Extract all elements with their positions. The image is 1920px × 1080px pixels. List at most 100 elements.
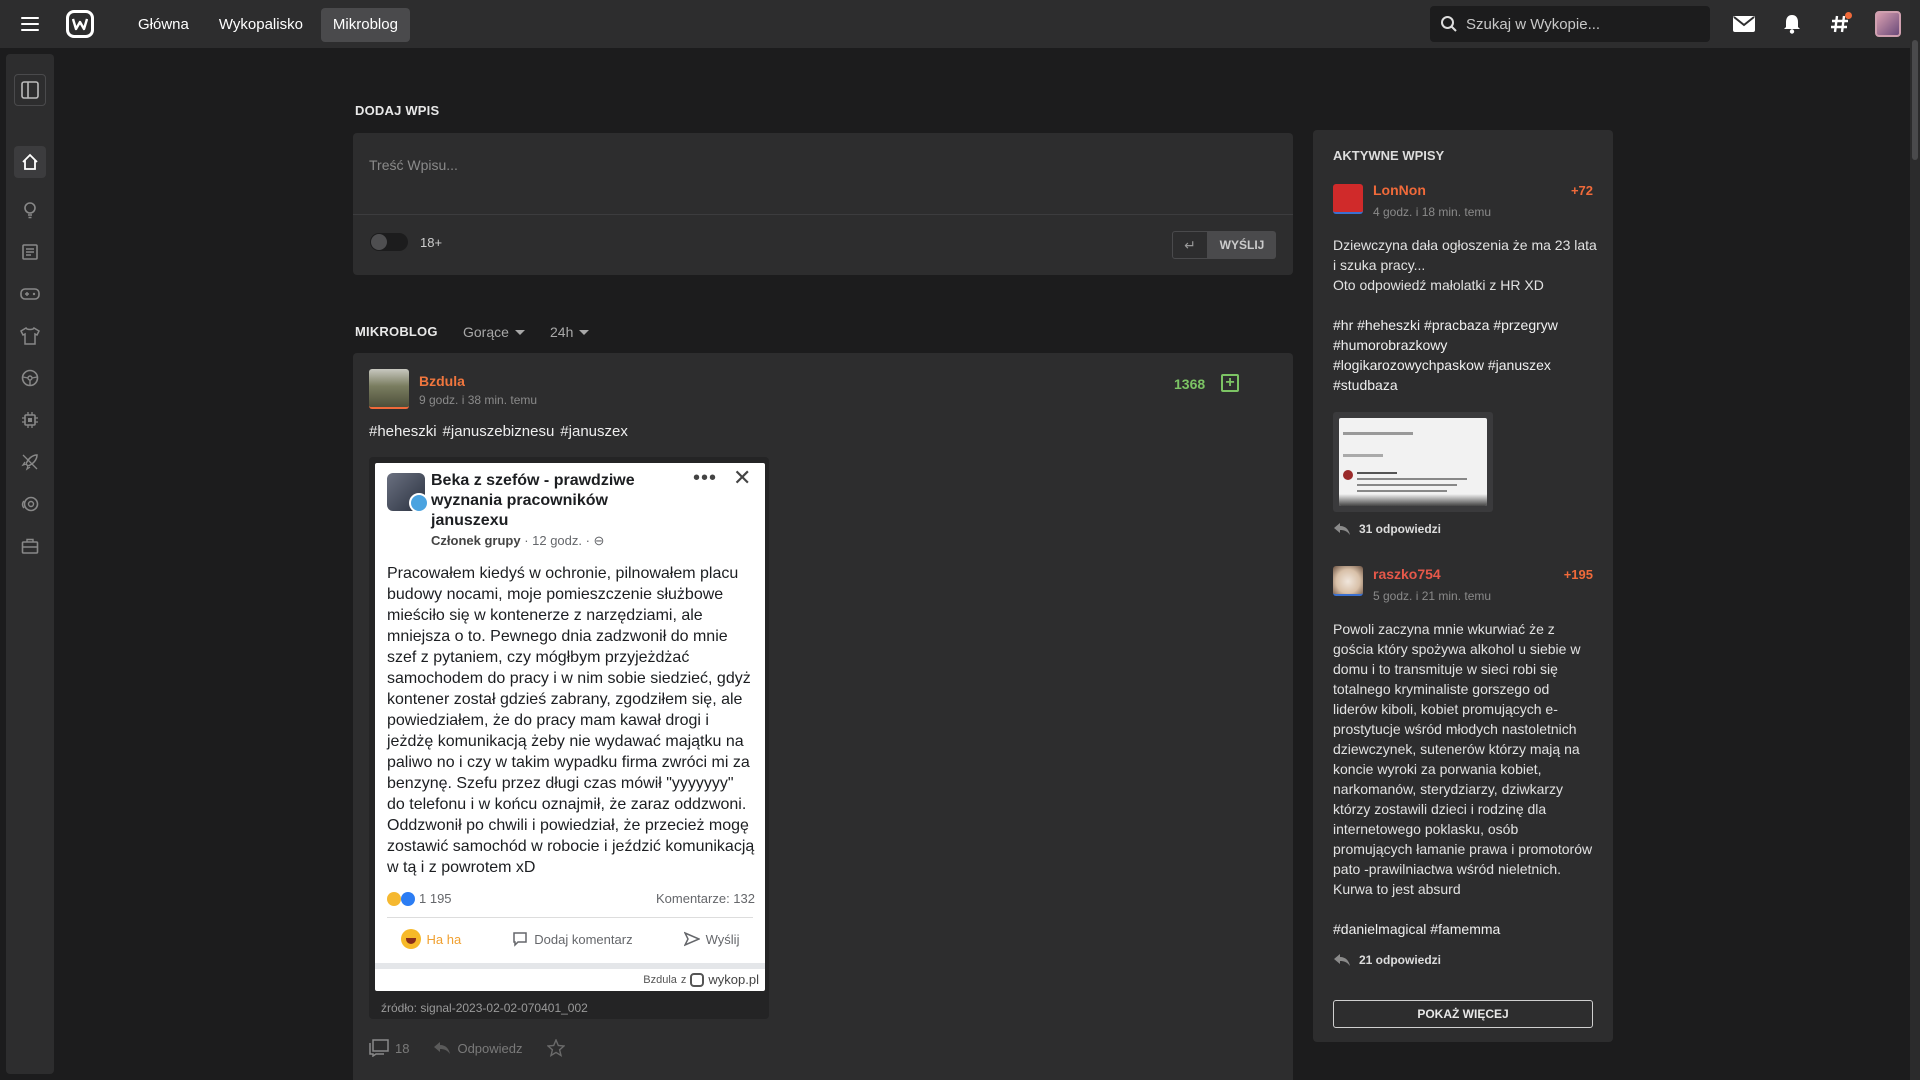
entry-author[interactable]: LonNon <box>1373 182 1426 198</box>
entry-avatar[interactable] <box>1333 184 1363 214</box>
entry-votes: +72 <box>1570 183 1593 198</box>
entry-time: 5 godz. i 21 min. temu <box>1373 589 1492 603</box>
composer-title: DODAJ WPIS <box>355 103 440 118</box>
news-icon[interactable] <box>14 236 46 268</box>
lightbulb-icon[interactable] <box>14 194 46 226</box>
tag-link[interactable]: #januszex <box>560 423 628 440</box>
active-entries-title: AKTYWNE WPISY <box>1333 148 1445 163</box>
steering-wheel-icon[interactable] <box>14 362 46 394</box>
reply-icon <box>1334 523 1350 535</box>
add-comment-action: Dodaj komentarz <box>512 931 633 947</box>
chip-icon[interactable] <box>14 404 46 436</box>
entry-avatar[interactable] <box>1333 566 1363 596</box>
reply-icon <box>1334 954 1350 966</box>
upvote-button[interactable]: + <box>1221 374 1239 392</box>
wykop-logo-small <box>690 972 705 987</box>
send-action: Wyślij <box>683 931 739 947</box>
haha-icon <box>400 929 421 949</box>
enter-icon[interactable]: ↵ <box>1172 231 1208 259</box>
scrollbar[interactable] <box>1910 0 1920 1080</box>
favorite-button[interactable] <box>546 1039 565 1057</box>
post-textarea[interactable] <box>353 133 1293 215</box>
post-votes: 1368 <box>1174 376 1206 392</box>
embed-watermark: Bzdula z wykop.pl <box>643 972 759 987</box>
chevron-down-icon <box>579 329 590 335</box>
haha-reaction: Ha ha <box>400 929 461 949</box>
embed-source: źródło: signal-2023-02-02-070401_002 <box>381 1001 588 1015</box>
home-icon[interactable] <box>14 146 46 178</box>
period-dropdown[interactable]: 24h <box>550 324 590 340</box>
reaction-count: 1 195 <box>387 891 452 906</box>
search-input[interactable] <box>1466 15 1696 33</box>
group-title: Beka z szefów - prawdziwe wyznania praco… <box>431 472 635 529</box>
search-box[interactable] <box>1430 6 1710 42</box>
tshirt-icon[interactable] <box>14 320 46 352</box>
comments-icon <box>369 1039 389 1057</box>
gamepad-icon[interactable] <box>14 278 46 310</box>
top-bar: Główna Wykopalisko Mikroblog <box>0 0 1920 48</box>
nav-mikroblog[interactable]: Mikroblog <box>320 8 410 42</box>
post-card: Bzdula 9 godz. i 38 min. temu 1368 + #he… <box>353 353 1293 1080</box>
main-nav: Główna Wykopalisko Mikroblog <box>126 8 410 42</box>
wykop-logo[interactable] <box>66 10 94 38</box>
user-avatar[interactable] <box>1874 10 1902 38</box>
send-icon <box>683 931 700 947</box>
entry-thumbnail[interactable] <box>1333 412 1493 512</box>
bell-icon[interactable] <box>1778 10 1806 38</box>
post-image-embed[interactable]: Beka z szefów - prawdziwe wyznania praco… <box>369 457 769 1019</box>
menu-icon[interactable] <box>14 12 46 36</box>
tag-link[interactable]: #heheszki <box>369 423 437 440</box>
feed-title: MIKROBLOG <box>355 324 438 339</box>
group-avatar <box>387 473 429 513</box>
embed-comment-count: Komentarze: 132 <box>655 891 755 906</box>
search-icon <box>1441 16 1457 32</box>
period-label: 24h <box>550 324 574 340</box>
post-actions: 18 Odpowiedz <box>369 1039 565 1057</box>
close-icon: ✕ <box>733 465 752 490</box>
more-icon: ••• <box>693 467 718 489</box>
notification-dot <box>1845 12 1852 19</box>
adult-toggle[interactable] <box>370 233 408 251</box>
chevron-down-icon <box>514 329 525 335</box>
post-time: 9 godz. i 38 min. temu <box>419 393 538 407</box>
adult-label: 18+ <box>420 235 443 250</box>
left-sidebar <box>6 54 54 1074</box>
entry-body: Powoli zaczyna mnie wkurwiać że z gościa… <box>1333 621 1593 897</box>
sort-dropdown[interactable]: Gorące <box>463 324 525 340</box>
nav-glowna[interactable]: Główna <box>126 8 201 42</box>
post-avatar[interactable] <box>369 369 409 409</box>
star-icon <box>546 1039 565 1057</box>
nav-wykopalisko[interactable]: Wykopalisko <box>207 8 315 42</box>
reply-icon <box>434 1042 451 1054</box>
briefcase-icon[interactable] <box>14 530 46 562</box>
embed-text: Pracowałem kiedyś w ochronie, pilnowałem… <box>387 565 755 876</box>
tag-link[interactable]: #januszebiznesu <box>443 423 555 440</box>
post-tags: #heheszki #januszebiznesu #januszex <box>369 423 628 440</box>
embed-actions: Ha ha Dodaj komentarz Wyślij <box>375 929 765 949</box>
sort-label: Gorące <box>463 324 509 340</box>
comments-button[interactable]: 18 <box>369 1039 409 1057</box>
entry-votes: +195 <box>1563 567 1593 582</box>
panel-toggle-icon[interactable] <box>14 74 46 106</box>
composer: 18+ ↵ WYŚLIJ <box>353 133 1293 275</box>
coin-icon[interactable] <box>14 488 46 520</box>
entry-replies[interactable]: 31 odpowiedzi <box>1333 522 1441 536</box>
entry-replies[interactable]: 21 odpowiedzi <box>1333 953 1441 967</box>
entry-body: Dziewczyna dała ogłoszenia że ma 23 lata… <box>1333 237 1597 293</box>
entry-tags[interactable]: #hr #heheszki #pracbaza #przegryw #humor… <box>1333 315 1597 395</box>
group-subtitle: Członek grupy · 12 godz. · ⊖ <box>431 533 605 548</box>
entry-time: 4 godz. i 18 min. temu <box>1373 205 1492 219</box>
embedded-screenshot: Beka z szefów - prawdziwe wyznania praco… <box>375 463 765 991</box>
post-author[interactable]: Bzdula <box>419 373 465 389</box>
entry-author[interactable]: raszko754 <box>1373 566 1441 582</box>
show-more-button[interactable]: POKAŻ WIĘCEJ <box>1333 1000 1593 1028</box>
top-icons <box>1730 10 1902 38</box>
mail-icon[interactable] <box>1730 10 1758 38</box>
rocket-icon[interactable] <box>14 446 46 478</box>
send-button[interactable]: WYŚLIJ <box>1208 231 1276 259</box>
active-entries-panel: AKTYWNE WPISY LonNon 4 godz. i 18 min. t… <box>1313 130 1613 1042</box>
reply-button[interactable]: Odpowiedz <box>433 1041 523 1056</box>
comment-icon <box>513 932 528 947</box>
entry-tags[interactable]: #danielmagical #famemma <box>1333 919 1597 939</box>
hashtag-icon[interactable] <box>1826 10 1854 38</box>
